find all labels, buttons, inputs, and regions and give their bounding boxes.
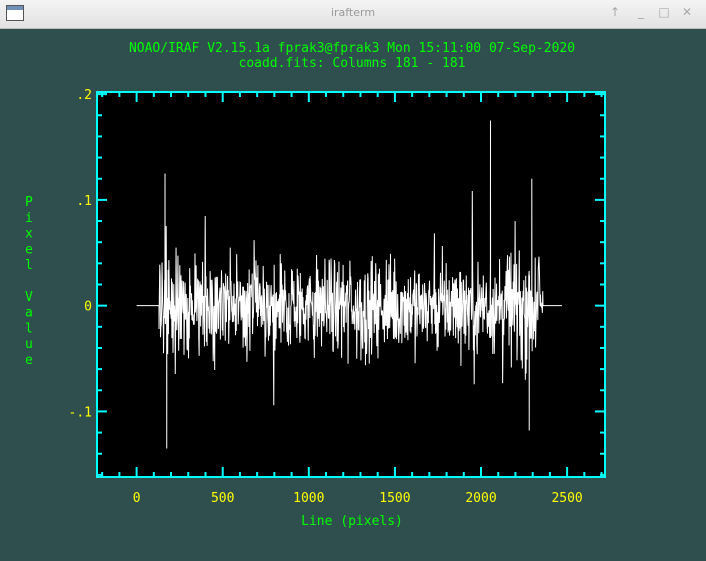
y-tick-label: .1 bbox=[76, 194, 92, 209]
title-bar: irafterm ↑ _ □ ✕ bbox=[0, 0, 706, 29]
y-axis-label: Pixel Value bbox=[25, 195, 33, 368]
plot-title: coadd.fits: Columns 181 - 181 bbox=[239, 56, 466, 71]
x-tick-label: 1000 bbox=[293, 491, 324, 506]
x-axis-label: Line (pixels) bbox=[301, 514, 403, 529]
y-tick-label: .2 bbox=[76, 88, 92, 103]
minimize-icon[interactable]: _ bbox=[633, 5, 649, 19]
x-tick-label: 500 bbox=[211, 491, 234, 506]
x-tick-label: 2000 bbox=[465, 491, 496, 506]
graphics-terminal[interactable]: NOAO/IRAF V2.15.1a fprak3@fprak3 Mon 15:… bbox=[0, 29, 706, 557]
maximize-icon[interactable]: □ bbox=[656, 5, 672, 19]
window-title: irafterm bbox=[330, 6, 376, 19]
x-tick-label: 1500 bbox=[379, 491, 410, 506]
keep-above-icon[interactable]: ↑ bbox=[607, 5, 623, 19]
plot-canvas: NOAO/IRAF V2.15.1a fprak3@fprak3 Mon 15:… bbox=[25, 41, 606, 529]
plot-header-info: NOAO/IRAF V2.15.1a fprak3@fprak3 Mon 15:… bbox=[129, 41, 575, 56]
y-tick-label: -.1 bbox=[69, 405, 92, 420]
close-icon[interactable]: ✕ bbox=[679, 5, 695, 19]
y-tick-label: 0 bbox=[84, 300, 92, 315]
x-tick-label: 0 bbox=[133, 491, 141, 506]
x-tick-label: 2500 bbox=[551, 491, 582, 506]
